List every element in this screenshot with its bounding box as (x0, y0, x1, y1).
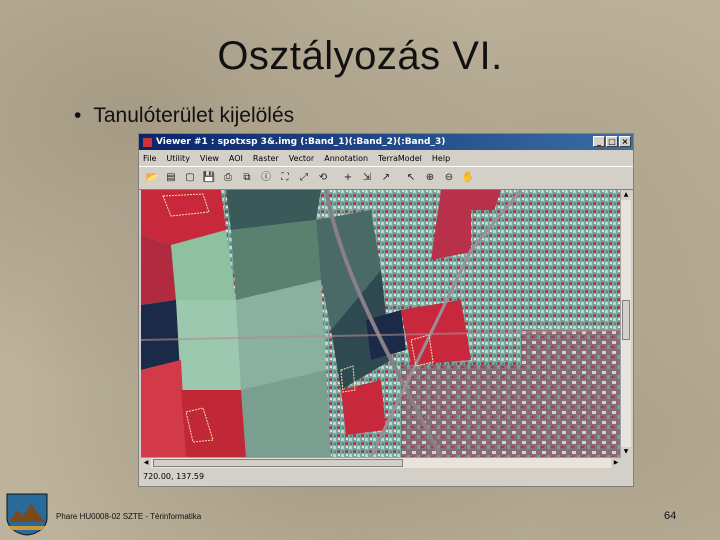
menu-file[interactable]: File (143, 154, 156, 163)
menu-view[interactable]: View (200, 154, 219, 163)
window-controls: _ □ × (593, 136, 631, 147)
print-icon[interactable]: ⎙ (221, 171, 235, 185)
bullet-item: • Tanulóterület kijelölés (74, 104, 294, 128)
close-button[interactable]: × (619, 136, 631, 147)
window-title: Viewer #1 : spotxsp 3&.img (:Band_1)(:Ba… (156, 137, 446, 147)
bullet-text: Tanulóterület kijelölés (93, 104, 295, 127)
minimize-button[interactable]: _ (593, 136, 605, 147)
zoom-out-icon[interactable]: ⊖ (442, 171, 456, 185)
open-icon[interactable]: 📂 (145, 171, 159, 185)
fit-icon[interactable]: ⛶ (278, 171, 292, 185)
pan-icon[interactable]: ✋ (461, 171, 475, 185)
menu-utility[interactable]: Utility (166, 154, 190, 163)
vertical-scroll-thumb[interactable] (622, 300, 630, 340)
viewer-app-icon (143, 137, 152, 147)
scroll-down-button[interactable]: ▼ (621, 447, 631, 457)
slide-title: Osztályozás VI. (217, 34, 503, 78)
menu-raster[interactable]: Raster (253, 154, 279, 163)
satellite-image (141, 190, 621, 457)
new-icon[interactable]: ▢ (183, 171, 197, 185)
menu-annotation[interactable]: Annotation (324, 154, 368, 163)
toolbar: 📂 ▤ ▢ 💾 ⎙ ⧉ ⓘ ⛶ ⤢ ⟲ + ⇲ ↗ ↖ ⊕ ⊖ ✋ (139, 166, 633, 190)
menu-help[interactable]: Help (432, 154, 450, 163)
pan-all-icon[interactable]: ⟲ (316, 171, 330, 185)
menu-vector[interactable]: Vector (289, 154, 315, 163)
horizontal-scroll-thumb[interactable] (153, 459, 403, 467)
scroll-up-button[interactable]: ▲ (621, 190, 631, 200)
bullet-glyph: • (74, 104, 82, 127)
scroll-right-button[interactable]: ▶ (611, 458, 621, 468)
window-titlebar[interactable]: Viewer #1 : spotxsp 3&.img (:Band_1)(:Ba… (139, 134, 633, 150)
vertical-scrollbar[interactable]: ▲ ▼ (620, 190, 631, 457)
satellite-image-canvas[interactable] (141, 190, 621, 457)
maximize-button[interactable]: □ (606, 136, 618, 147)
viewer-window: Viewer #1 : spotxsp 3&.img (:Band_1)(:Ba… (138, 133, 634, 487)
roam-icon[interactable]: ⇲ (360, 171, 374, 185)
info-icon[interactable]: ⓘ (259, 171, 273, 185)
page-number: 64 (664, 510, 677, 522)
status-bar: 720.00, 137.59 (143, 472, 205, 481)
university-logo (6, 493, 48, 536)
profile-icon[interactable]: ↗ (379, 171, 393, 185)
save-icon[interactable]: 💾 (202, 171, 216, 185)
menu-aoi[interactable]: AOI (229, 154, 243, 163)
layer-open-icon[interactable]: ▤ (164, 171, 178, 185)
menu-bar: File Utility View AOI Raster Vector Anno… (139, 150, 633, 166)
layers-icon[interactable]: ⧉ (240, 171, 254, 185)
crosshair-icon[interactable]: + (341, 171, 355, 185)
select-arrow-icon[interactable]: ↖ (404, 171, 418, 185)
scroll-left-button[interactable]: ◀ (141, 458, 151, 468)
horizontal-scrollbar[interactable]: ◀ ▶ (141, 457, 621, 468)
footer-credit: Phare HU0008-02 SZTE - Térinformatika (56, 512, 202, 521)
zoom-in-icon[interactable]: ⊕ (423, 171, 437, 185)
resize-icon[interactable]: ⤢ (297, 171, 311, 185)
menu-terramodel[interactable]: TerraModel (378, 154, 422, 163)
